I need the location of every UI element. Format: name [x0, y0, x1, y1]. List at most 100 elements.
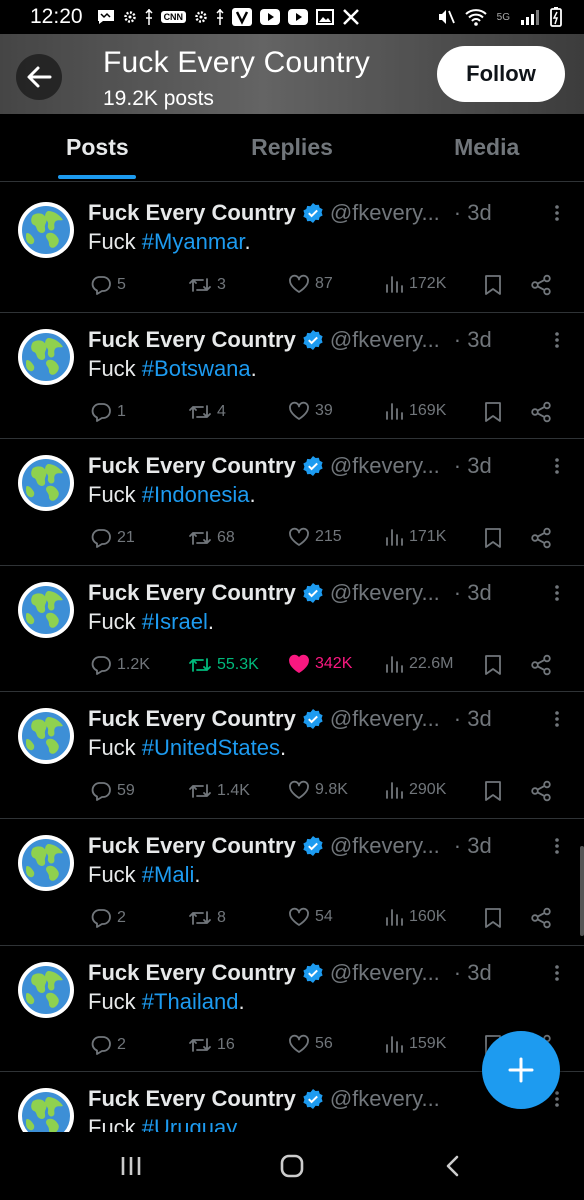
- like-button[interactable]: 87: [288, 274, 333, 294]
- bookmark-button[interactable]: [484, 780, 502, 802]
- share-button[interactable]: [530, 527, 552, 549]
- author-handle[interactable]: @fkevery...: [330, 327, 440, 353]
- more-options-button[interactable]: [554, 331, 560, 354]
- hashtag-link[interactable]: #Thailand: [142, 989, 239, 1014]
- author-name[interactable]: Fuck Every Country: [88, 960, 296, 986]
- author-name[interactable]: Fuck Every Country: [88, 833, 296, 859]
- hashtag-link[interactable]: #Uruguay: [142, 1115, 237, 1132]
- views-button[interactable]: 22.6M: [384, 654, 453, 674]
- author-name[interactable]: Fuck Every Country: [88, 200, 296, 226]
- hashtag-link[interactable]: #Botswana: [142, 356, 251, 381]
- views-button[interactable]: 159K: [384, 1034, 446, 1054]
- author-handle[interactable]: @fkevery...: [330, 200, 440, 226]
- repost-button[interactable]: 55.3K: [188, 654, 259, 676]
- avatar[interactable]: [18, 834, 74, 891]
- views-button[interactable]: 169K: [384, 401, 446, 421]
- avatar[interactable]: [18, 581, 74, 638]
- compose-button[interactable]: [482, 1031, 560, 1109]
- share-button[interactable]: [530, 274, 552, 296]
- like-button[interactable]: 56: [288, 1034, 333, 1054]
- avatar[interactable]: [18, 708, 74, 765]
- like-button[interactable]: 342K: [288, 654, 352, 674]
- post-item[interactable]: Fuck Every Country @fkevery... · 3d Fuck…: [0, 313, 584, 440]
- views-button[interactable]: 172K: [384, 274, 446, 294]
- author-handle[interactable]: @fkevery...: [330, 706, 440, 732]
- avatar[interactable]: [18, 202, 74, 258]
- like-button[interactable]: 39: [288, 401, 333, 421]
- hashtag-link[interactable]: #Indonesia: [142, 482, 250, 507]
- share-button[interactable]: [530, 780, 552, 802]
- post-item[interactable]: Fuck Every Country @fkevery... · 3d Fuck…: [0, 439, 584, 566]
- post-timestamp[interactable]: · 3d: [454, 580, 492, 606]
- back-button[interactable]: [16, 54, 62, 100]
- author-name[interactable]: Fuck Every Country: [88, 327, 296, 353]
- nav-back-button[interactable]: [423, 1141, 483, 1191]
- hashtag-link[interactable]: #Mali: [142, 862, 195, 887]
- post-feed[interactable]: Fuck Every Country @fkevery... · 3d Fuck…: [0, 186, 584, 1132]
- follow-button[interactable]: Follow: [437, 46, 565, 102]
- views-button[interactable]: 290K: [384, 780, 446, 800]
- author-handle[interactable]: @fkevery...: [330, 453, 440, 479]
- more-options-button[interactable]: [554, 837, 560, 860]
- avatar[interactable]: [18, 455, 74, 512]
- more-options-button[interactable]: [554, 584, 560, 607]
- post-timestamp[interactable]: · 3d: [454, 706, 492, 732]
- repost-button[interactable]: 8: [188, 907, 226, 929]
- repost-button[interactable]: 1.4K: [188, 780, 250, 802]
- repost-button[interactable]: 4: [188, 401, 226, 423]
- avatar[interactable]: [18, 328, 74, 385]
- like-button[interactable]: 9.8K: [288, 780, 348, 800]
- more-options-button[interactable]: [554, 1090, 560, 1113]
- repost-button[interactable]: 68: [188, 527, 235, 549]
- author-name[interactable]: Fuck Every Country: [88, 453, 296, 479]
- more-options-button[interactable]: [554, 710, 560, 733]
- repost-button[interactable]: 3: [188, 274, 226, 296]
- author-name[interactable]: Fuck Every Country: [88, 1086, 296, 1112]
- hashtag-link[interactable]: #Myanmar: [142, 229, 245, 254]
- post-timestamp[interactable]: · 3d: [454, 960, 492, 986]
- bookmark-button[interactable]: [484, 654, 502, 676]
- hashtag-link[interactable]: #UnitedStates: [142, 735, 280, 760]
- tab-replies[interactable]: Replies: [195, 114, 390, 181]
- views-button[interactable]: 171K: [384, 527, 446, 547]
- bookmark-button[interactable]: [484, 527, 502, 549]
- bookmark-button[interactable]: [484, 907, 502, 929]
- share-button[interactable]: [530, 907, 552, 929]
- post-item[interactable]: Fuck Every Country @fkevery... · 3d Fuck…: [0, 566, 584, 693]
- author-handle[interactable]: @fkevery...: [330, 1086, 440, 1112]
- repost-button[interactable]: 16: [188, 1034, 235, 1056]
- post-item[interactable]: Fuck Every Country @fkevery... · 3d Fuck…: [0, 819, 584, 946]
- like-button[interactable]: 215: [288, 527, 342, 547]
- post-item[interactable]: Fuck Every Country @fkevery... · 3d Fuck…: [0, 692, 584, 819]
- reply-button[interactable]: 21: [90, 527, 135, 549]
- views-button[interactable]: 160K: [384, 907, 446, 927]
- reply-button[interactable]: 1: [90, 401, 126, 423]
- more-options-button[interactable]: [554, 457, 560, 480]
- reply-button[interactable]: 1.2K: [90, 654, 150, 676]
- avatar[interactable]: [18, 961, 74, 1018]
- like-button[interactable]: 54: [288, 907, 333, 927]
- post-timestamp[interactable]: · 3d: [454, 833, 492, 859]
- more-options-button[interactable]: [554, 204, 560, 227]
- reply-button[interactable]: 59: [90, 780, 135, 802]
- recents-button[interactable]: [101, 1141, 161, 1191]
- reply-button[interactable]: 5: [90, 274, 126, 296]
- bookmark-button[interactable]: [484, 401, 502, 423]
- author-handle[interactable]: @fkevery...: [330, 960, 440, 986]
- scrollbar[interactable]: [580, 846, 584, 936]
- tab-posts[interactable]: Posts: [0, 114, 195, 181]
- share-button[interactable]: [530, 401, 552, 423]
- reply-button[interactable]: 2: [90, 907, 126, 929]
- post-item[interactable]: Fuck Every Country @fkevery... · 3d Fuck…: [0, 186, 584, 313]
- home-button[interactable]: [262, 1141, 322, 1191]
- author-name[interactable]: Fuck Every Country: [88, 706, 296, 732]
- post-timestamp[interactable]: · 3d: [454, 200, 492, 226]
- hashtag-link[interactable]: #Israel: [142, 609, 208, 634]
- tab-media[interactable]: Media: [389, 114, 584, 181]
- avatar[interactable]: [18, 1088, 74, 1132]
- bookmark-button[interactable]: [484, 274, 502, 296]
- post-timestamp[interactable]: · 3d: [454, 453, 492, 479]
- author-name[interactable]: Fuck Every Country: [88, 580, 296, 606]
- reply-button[interactable]: 2: [90, 1034, 126, 1056]
- share-button[interactable]: [530, 654, 552, 676]
